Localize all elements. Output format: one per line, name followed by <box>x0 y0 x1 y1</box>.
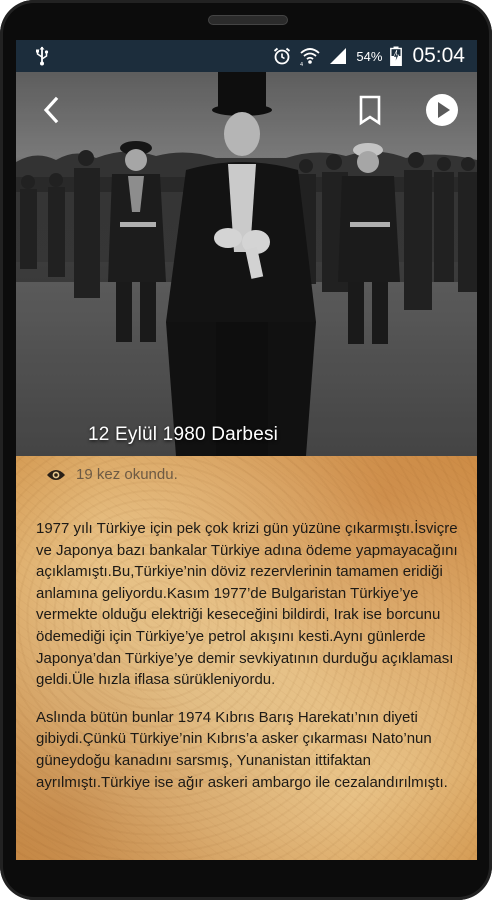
signal-icon <box>330 48 347 64</box>
clock: 05:04 <box>412 44 465 67</box>
hero-photo <box>16 72 477 456</box>
play-button[interactable] <box>422 90 462 130</box>
read-count: 19 kez okundu. <box>46 466 178 483</box>
status-icons: 4 54% 05:04 <box>272 40 465 72</box>
read-count-text: 19 kez okundu. <box>76 466 178 483</box>
screen: 4 54% 05:04 12 Eylül 1980 Darbesi 19 kez… <box>16 40 477 860</box>
phone-speaker <box>208 15 288 25</box>
bookmark-icon <box>359 95 381 126</box>
usb-icon <box>36 46 49 66</box>
back-arrow-icon <box>43 96 59 124</box>
paragraph-1: 1977 yılı Türkiye için pek çok krizi gün… <box>36 520 458 689</box>
battery-charging-icon <box>390 46 403 66</box>
bookmark-button[interactable] <box>352 92 388 128</box>
alarm-icon <box>274 47 291 65</box>
play-circle-icon <box>426 94 458 126</box>
hero-image: 12 Eylül 1980 Darbesi <box>16 72 477 456</box>
phone-frame: 4 54% 05:04 12 Eylül 1980 Darbesi 19 kez… <box>0 0 492 900</box>
battery-percent: 54% <box>356 48 383 64</box>
status-bar: 4 54% 05:04 <box>16 40 477 72</box>
paragraph-2: Aslında bütün bunlar 1974 Kıbrıs Barış H… <box>36 708 448 791</box>
eye-icon <box>47 469 65 480</box>
article-text: 1977 yılı Türkiye için pek çok krizi gün… <box>36 518 464 809</box>
wifi-icon: 4 <box>300 48 321 66</box>
svg-text:4: 4 <box>300 62 303 66</box>
back-button[interactable] <box>34 92 70 128</box>
article-title: 12 Eylül 1980 Darbesi <box>88 424 279 445</box>
article-body: 19 kez okundu. 1977 yılı Türkiye için pe… <box>16 456 477 860</box>
